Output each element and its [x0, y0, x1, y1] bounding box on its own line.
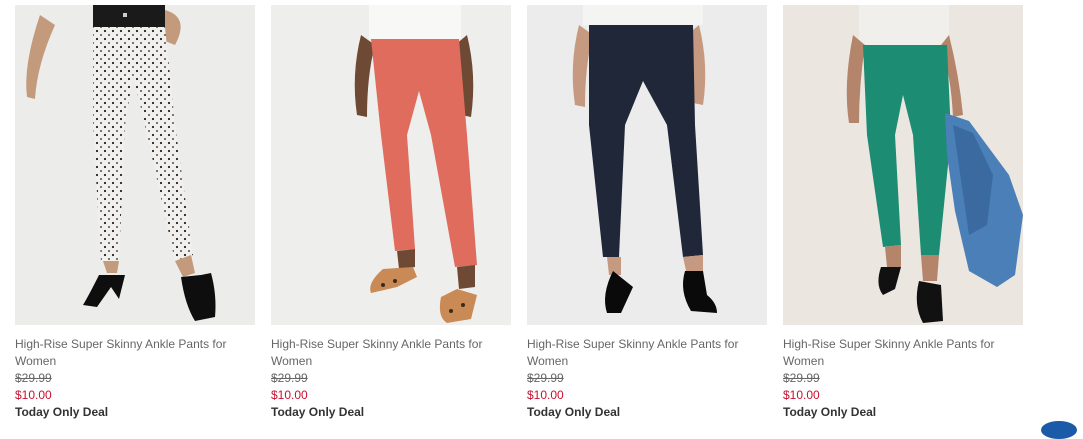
product-title[interactable]: High-Rise Super Skinny Ankle Pants for W… — [271, 336, 511, 370]
sale-price: $10.00 — [271, 387, 511, 404]
product-title[interactable]: High-Rise Super Skinny Ankle Pants for W… — [527, 336, 767, 370]
product-title[interactable]: High-Rise Super Skinny Ankle Pants for W… — [15, 336, 255, 370]
deal-badge: Today Only Deal — [271, 404, 511, 421]
original-price: $29.99 — [15, 370, 255, 387]
product-title[interactable]: High-Rise Super Skinny Ankle Pants for W… — [783, 336, 1023, 370]
original-price: $29.99 — [271, 370, 511, 387]
original-price: $29.99 — [783, 370, 1023, 387]
sale-price: $10.00 — [15, 387, 255, 404]
product-image[interactable] — [15, 5, 255, 325]
sale-price: $10.00 — [527, 387, 767, 404]
product-card[interactable]: High-Rise Super Skinny Ankle Pants for W… — [15, 5, 255, 421]
product-image[interactable] — [783, 5, 1023, 325]
product-card[interactable]: High-Rise Super Skinny Ankle Pants for W… — [271, 5, 511, 421]
product-card[interactable]: High-Rise Super Skinny Ankle Pants for W… — [783, 5, 1023, 421]
product-image[interactable] — [271, 5, 511, 325]
deal-badge: Today Only Deal — [527, 404, 767, 421]
deal-badge: Today Only Deal — [15, 404, 255, 421]
product-grid: High-Rise Super Skinny Ankle Pants for W… — [15, 5, 1023, 421]
floating-chat-button[interactable] — [1041, 421, 1077, 439]
product-card[interactable]: High-Rise Super Skinny Ankle Pants for W… — [527, 5, 767, 421]
deal-badge: Today Only Deal — [783, 404, 1023, 421]
sale-price: $10.00 — [783, 387, 1023, 404]
original-price: $29.99 — [527, 370, 767, 387]
product-image[interactable] — [527, 5, 767, 325]
